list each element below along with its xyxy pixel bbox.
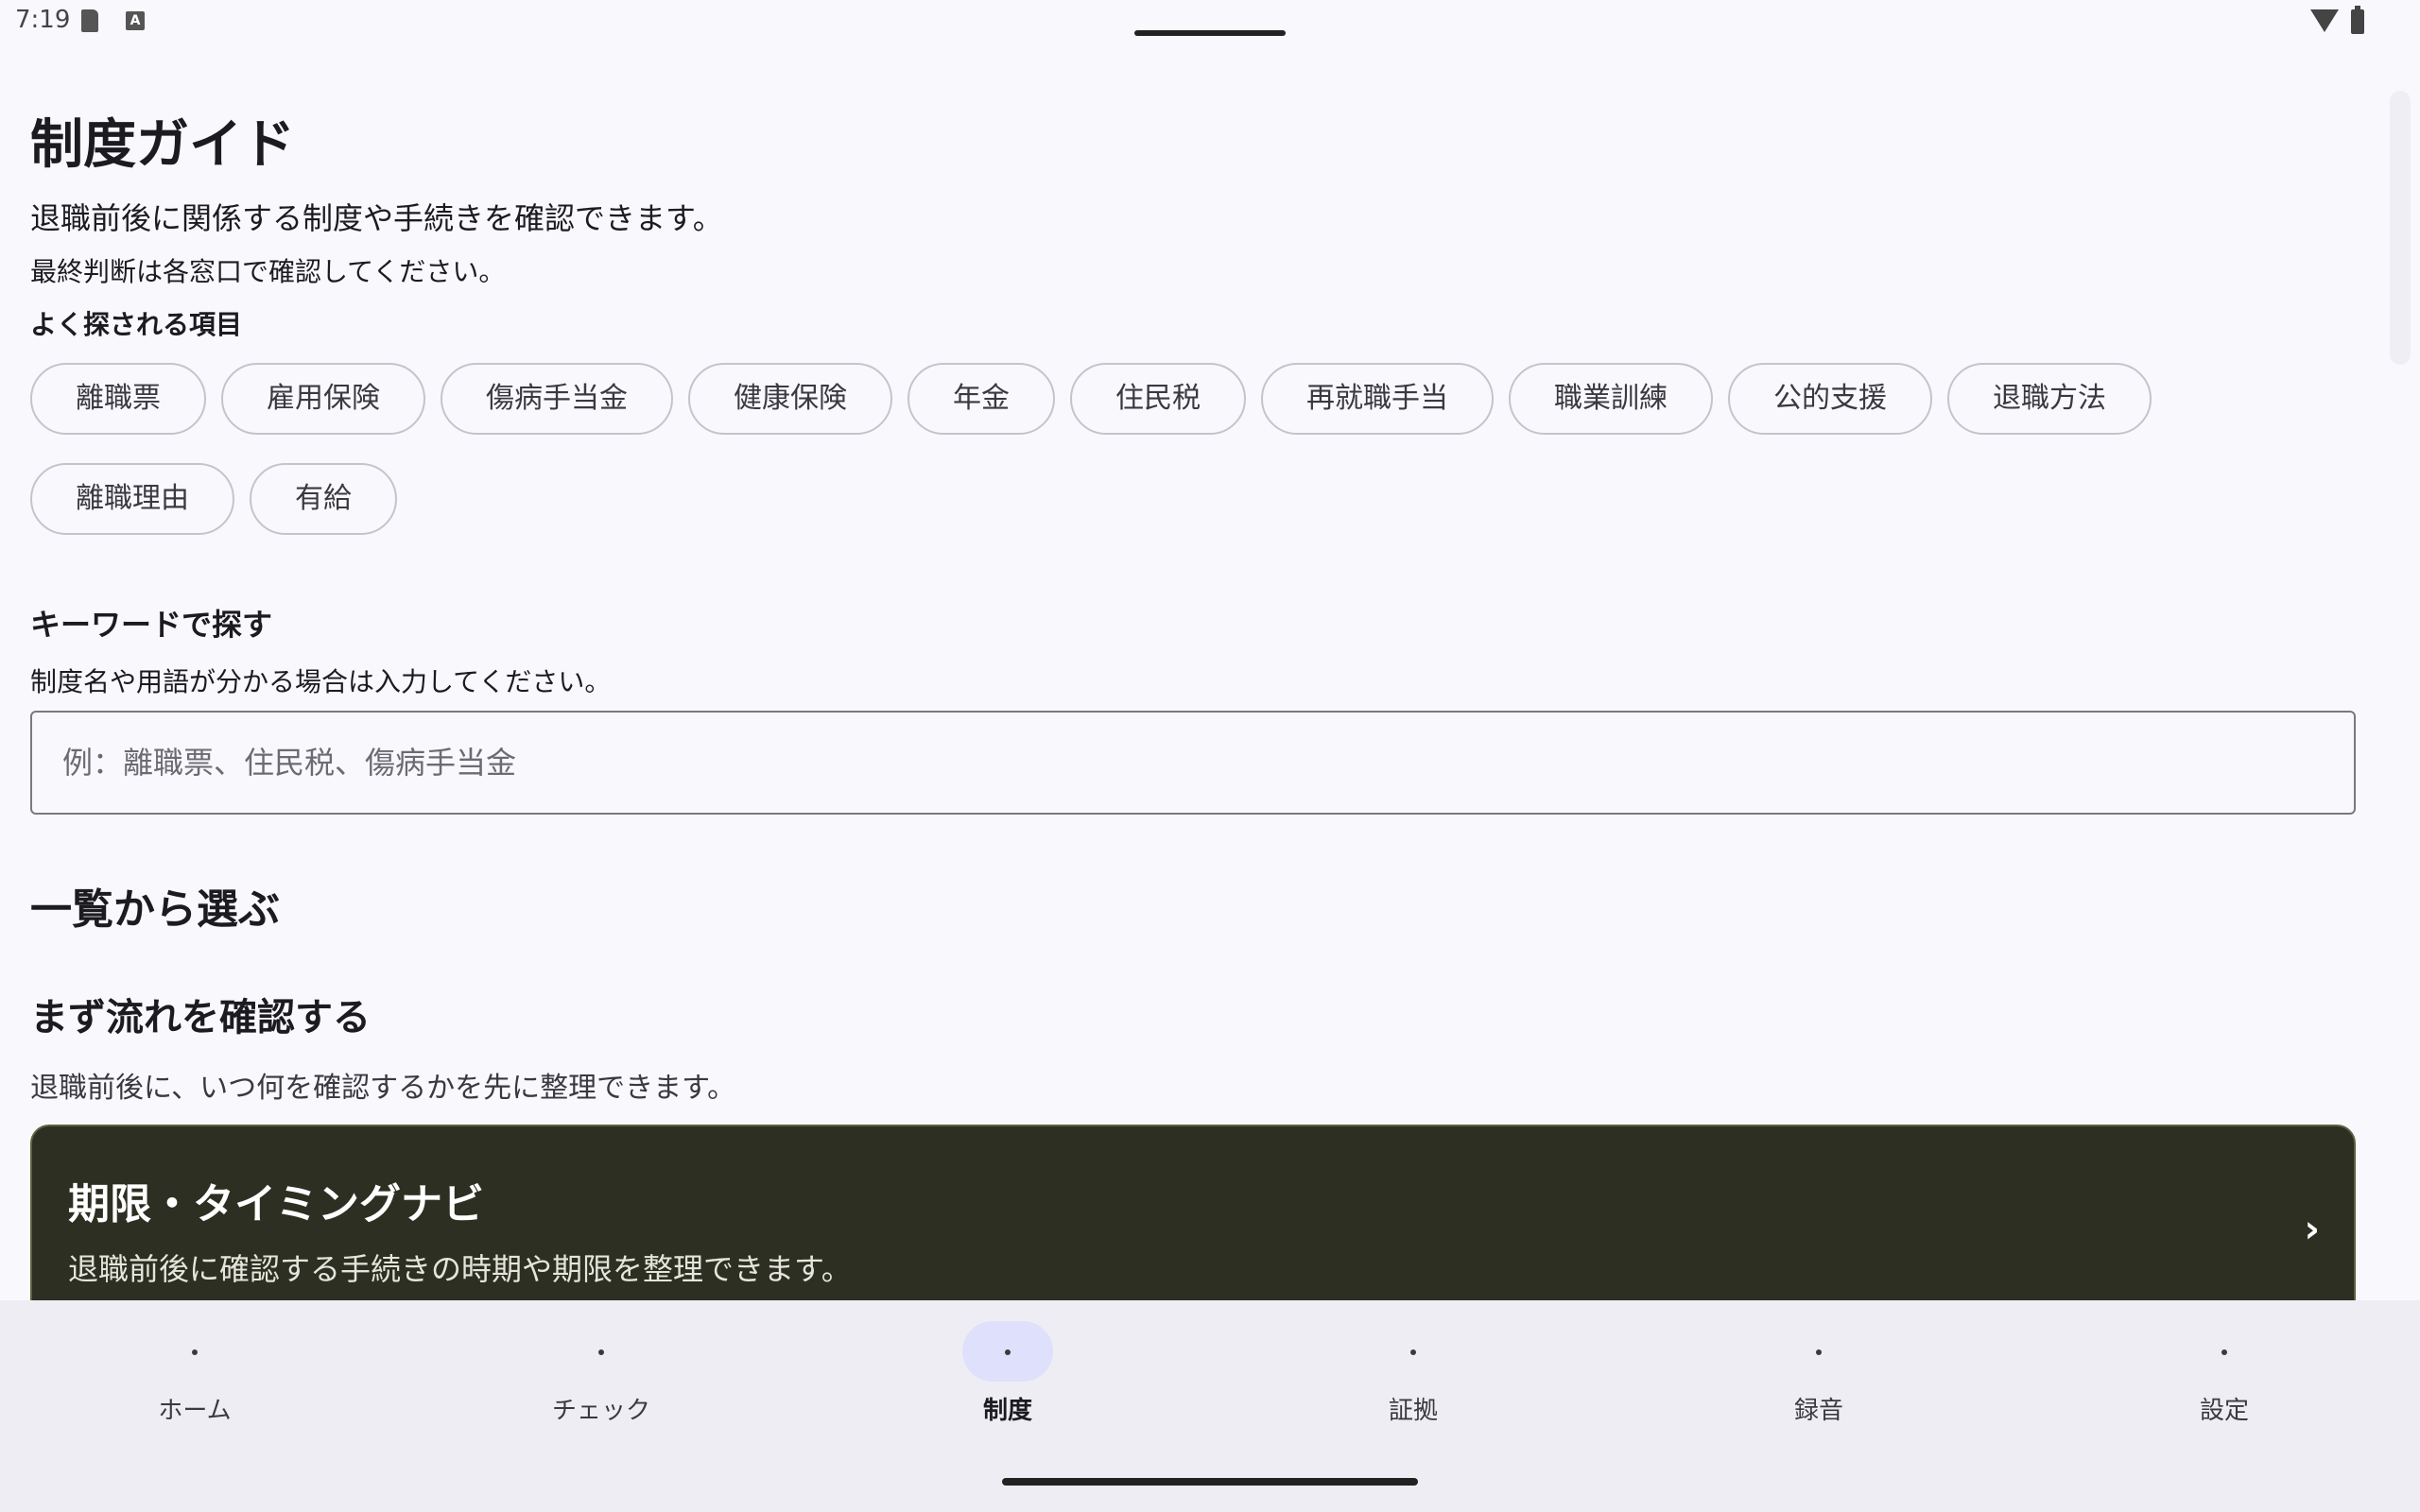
page-note: 最終判断は各窓口で確認してください。 bbox=[30, 256, 506, 287]
status-time: 7:19 bbox=[15, 6, 71, 34]
nav-label: 録音 bbox=[1793, 1397, 1843, 1425]
system-icon bbox=[1005, 1349, 1011, 1355]
status-bar: 7:19 A bbox=[0, 0, 2420, 45]
timing-navi-description: 退職前後に確認する手続きの時期や期限を整理できます。 bbox=[68, 1251, 852, 1287]
chip-popular-item[interactable]: 離職理由 bbox=[30, 463, 234, 535]
nav-label: チェック bbox=[551, 1397, 650, 1425]
keyword-description: 制度名や用語が分かる場合は入力してください。 bbox=[30, 666, 612, 697]
popular-chips: 離職票 雇用保険 傷病手当金 健康保険 年金 住民税 再就職手当 職業訓練 公的支援 退職方法離職… bbox=[30, 363, 2204, 535]
wifi-icon bbox=[2310, 9, 2339, 32]
flow-description: 退職前後に、いつ何を確認するかを先に整理できます。 bbox=[30, 1072, 736, 1105]
chevron-right-icon: › bbox=[2304, 1208, 2320, 1251]
scrollbar[interactable] bbox=[2390, 91, 2411, 365]
list-heading: 一覧から選ぶ bbox=[30, 885, 280, 934]
keyword-heading: キーワードで探す bbox=[30, 607, 273, 643]
chip-popular-item[interactable]: 雇用保険 bbox=[221, 363, 425, 435]
popular-heading: よく探される項目 bbox=[30, 309, 243, 340]
gesture-bar[interactable] bbox=[1002, 1478, 1418, 1486]
chip-popular-item[interactable]: 再就職手当 bbox=[1261, 363, 1494, 435]
chip-popular-item[interactable]: 職業訓練 bbox=[1509, 363, 1713, 435]
nav-label: 設定 bbox=[2199, 1397, 2249, 1425]
settings-icon bbox=[2221, 1349, 2227, 1355]
nav-label: ホーム bbox=[158, 1397, 232, 1425]
recording-icon bbox=[1816, 1349, 1822, 1355]
flow-heading: まず流れを確認する bbox=[30, 996, 371, 1040]
page-description: 退職前後に関係する制度や手続きを確認できます。 bbox=[30, 200, 723, 236]
app-screen: 7:19 A 制度ガイド 退職前後に関係する制度や手続きを確認できます。 最終判… bbox=[0, 0, 2420, 1512]
top-handle[interactable] bbox=[1134, 30, 1286, 36]
evidence-icon bbox=[1410, 1349, 1416, 1355]
chip-popular-item[interactable]: 有給 bbox=[250, 463, 397, 535]
sd-card-icon bbox=[81, 9, 98, 32]
chip-popular-item[interactable]: 住民税 bbox=[1070, 363, 1246, 435]
page-title: 制度ガイド bbox=[30, 114, 295, 176]
nav-item-system[interactable]: 制度 bbox=[885, 1300, 1131, 1433]
home-icon bbox=[192, 1349, 198, 1355]
keyboard-a-icon: A bbox=[126, 11, 145, 30]
nav-item-check[interactable]: チェック bbox=[478, 1300, 724, 1433]
battery-icon bbox=[2351, 6, 2364, 34]
nav-label: 制度 bbox=[982, 1397, 1032, 1425]
chip-popular-item[interactable]: 健康保険 bbox=[688, 363, 892, 435]
check-icon bbox=[598, 1349, 604, 1355]
bottom-navigation: ホーム チェック 制度 証拠 録音 設定 bbox=[0, 1300, 2420, 1512]
chip-popular-item[interactable]: 公的支援 bbox=[1728, 363, 1932, 435]
nav-item-home[interactable]: ホーム bbox=[72, 1300, 318, 1433]
chip-popular-item[interactable]: 年金 bbox=[908, 363, 1055, 435]
chip-popular-item[interactable]: 傷病手当金 bbox=[441, 363, 673, 435]
chip-popular-item[interactable]: 退職方法 bbox=[1947, 363, 2152, 435]
keyword-search-input[interactable] bbox=[30, 711, 2356, 815]
nav-label: 証拠 bbox=[1388, 1397, 1438, 1425]
nav-item-evidence[interactable]: 証拠 bbox=[1290, 1300, 1536, 1433]
chip-popular-item[interactable]: 離職票 bbox=[30, 363, 206, 435]
nav-item-settings[interactable]: 設定 bbox=[2101, 1300, 2347, 1433]
nav-item-recording[interactable]: 録音 bbox=[1696, 1300, 1942, 1433]
timing-navi-title: 期限・タイミングナビ bbox=[68, 1180, 484, 1228]
